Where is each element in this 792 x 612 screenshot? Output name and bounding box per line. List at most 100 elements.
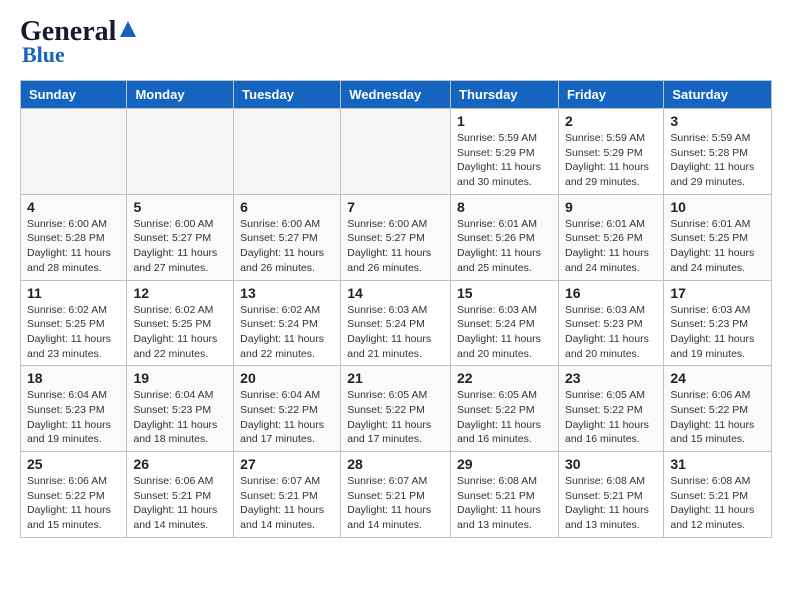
day-number: 20 [240, 370, 334, 386]
calendar-week-4: 18 Sunrise: 6:04 AM Sunset: 5:23 PM Dayli… [21, 366, 772, 452]
day-info: Sunrise: 5:59 AM Sunset: 5:29 PM Dayligh… [565, 131, 657, 190]
calendar-cell [127, 109, 234, 195]
day-info: Sunrise: 6:00 AM Sunset: 5:28 PM Dayligh… [27, 217, 120, 276]
day-number: 21 [347, 370, 444, 386]
calendar-week-2: 4 Sunrise: 6:00 AM Sunset: 5:28 PM Daylig… [21, 194, 772, 280]
day-number: 18 [27, 370, 120, 386]
weekday-header-saturday: Saturday [664, 81, 772, 109]
day-number: 27 [240, 456, 334, 472]
calendar-week-5: 25 Sunrise: 6:06 AM Sunset: 5:22 PM Dayli… [21, 452, 772, 538]
calendar-cell: 28 Sunrise: 6:07 AM Sunset: 5:21 PM Dayli… [341, 452, 451, 538]
calendar-cell: 21Sunrise: 6:05 AM Sunset: 5:22 PM Dayli… [341, 366, 451, 452]
calendar-cell: 5Sunrise: 6:00 AM Sunset: 5:27 PM Daylig… [127, 194, 234, 280]
day-number: 14 [347, 285, 444, 301]
day-number: 17 [670, 285, 765, 301]
page: General Blue SundayMondayTuesdayWednesda… [0, 0, 792, 554]
calendar-cell: 7Sunrise: 6:00 AM Sunset: 5:27 PM Daylig… [341, 194, 451, 280]
calendar-week-3: 11Sunrise: 6:02 AM Sunset: 5:25 PM Dayli… [21, 280, 772, 366]
day-number: 4 [27, 199, 120, 215]
day-number: 9 [565, 199, 657, 215]
calendar-cell: 18 Sunrise: 6:04 AM Sunset: 5:23 PM Dayli… [21, 366, 127, 452]
calendar-cell: 1 Sunrise: 5:59 AM Sunset: 5:29 PM Daylig… [451, 109, 559, 195]
day-info: Sunrise: 6:00 AM Sunset: 5:27 PM Dayligh… [240, 217, 334, 276]
day-number: 13 [240, 285, 334, 301]
day-info: Sunrise: 6:01 AM Sunset: 5:26 PM Dayligh… [457, 217, 552, 276]
calendar-cell: 26Sunrise: 6:06 AM Sunset: 5:21 PM Dayli… [127, 452, 234, 538]
day-number: 6 [240, 199, 334, 215]
day-info: Sunrise: 6:08 AM Sunset: 5:21 PM Dayligh… [457, 474, 552, 533]
day-number: 28 [347, 456, 444, 472]
calendar-cell: 17Sunrise: 6:03 AM Sunset: 5:23 PM Dayli… [664, 280, 772, 366]
calendar-cell: 14 Sunrise: 6:03 AM Sunset: 5:24 PM Dayli… [341, 280, 451, 366]
weekday-header-sunday: Sunday [21, 81, 127, 109]
calendar-cell: 29Sunrise: 6:08 AM Sunset: 5:21 PM Dayli… [451, 452, 559, 538]
calendar-cell: 11Sunrise: 6:02 AM Sunset: 5:25 PM Dayli… [21, 280, 127, 366]
calendar-cell [234, 109, 341, 195]
day-info: Sunrise: 6:07 AM Sunset: 5:21 PM Dayligh… [347, 474, 444, 533]
day-number: 3 [670, 113, 765, 129]
calendar-cell: 8 Sunrise: 6:01 AM Sunset: 5:26 PM Daylig… [451, 194, 559, 280]
calendar-cell: 2 Sunrise: 5:59 AM Sunset: 5:29 PM Daylig… [558, 109, 663, 195]
calendar-cell: 13 Sunrise: 6:02 AM Sunset: 5:24 PM Dayli… [234, 280, 341, 366]
day-number: 8 [457, 199, 552, 215]
day-info: Sunrise: 6:06 AM Sunset: 5:22 PM Dayligh… [670, 388, 765, 447]
calendar-cell: 9 Sunrise: 6:01 AM Sunset: 5:26 PM Daylig… [558, 194, 663, 280]
calendar-cell: 23 Sunrise: 6:05 AM Sunset: 5:22 PM Dayli… [558, 366, 663, 452]
calendar-cell: 3 Sunrise: 5:59 AM Sunset: 5:28 PM Daylig… [664, 109, 772, 195]
day-info: Sunrise: 6:03 AM Sunset: 5:23 PM Dayligh… [565, 303, 657, 362]
calendar-cell: 12 Sunrise: 6:02 AM Sunset: 5:25 PM Dayli… [127, 280, 234, 366]
day-number: 30 [565, 456, 657, 472]
day-number: 16 [565, 285, 657, 301]
weekday-header-friday: Friday [558, 81, 663, 109]
calendar-table: SundayMondayTuesdayWednesdayThursdayFrid… [20, 80, 772, 538]
calendar-cell: 20 Sunrise: 6:04 AM Sunset: 5:22 PM Dayli… [234, 366, 341, 452]
day-info: Sunrise: 6:01 AM Sunset: 5:25 PM Dayligh… [670, 217, 765, 276]
logo: General Blue [20, 16, 138, 68]
calendar-week-1: 1 Sunrise: 5:59 AM Sunset: 5:29 PM Daylig… [21, 109, 772, 195]
day-info: Sunrise: 6:02 AM Sunset: 5:25 PM Dayligh… [27, 303, 120, 362]
day-info: Sunrise: 6:01 AM Sunset: 5:26 PM Dayligh… [565, 217, 657, 276]
header: General Blue [20, 16, 772, 68]
day-number: 24 [670, 370, 765, 386]
day-info: Sunrise: 6:02 AM Sunset: 5:24 PM Dayligh… [240, 303, 334, 362]
day-info: Sunrise: 6:08 AM Sunset: 5:21 PM Dayligh… [565, 474, 657, 533]
day-info: Sunrise: 5:59 AM Sunset: 5:28 PM Dayligh… [670, 131, 765, 190]
day-number: 22 [457, 370, 552, 386]
weekday-header-thursday: Thursday [451, 81, 559, 109]
day-info: Sunrise: 6:04 AM Sunset: 5:23 PM Dayligh… [133, 388, 227, 447]
day-info: Sunrise: 6:06 AM Sunset: 5:22 PM Dayligh… [27, 474, 120, 533]
logo-blue-text: Blue [22, 42, 65, 68]
day-number: 2 [565, 113, 657, 129]
day-number: 1 [457, 113, 552, 129]
day-info: Sunrise: 6:08 AM Sunset: 5:21 PM Dayligh… [670, 474, 765, 533]
calendar-cell [21, 109, 127, 195]
day-info: Sunrise: 6:05 AM Sunset: 5:22 PM Dayligh… [565, 388, 657, 447]
day-info: Sunrise: 5:59 AM Sunset: 5:29 PM Dayligh… [457, 131, 552, 190]
day-info: Sunrise: 6:06 AM Sunset: 5:21 PM Dayligh… [133, 474, 227, 533]
day-info: Sunrise: 6:03 AM Sunset: 5:24 PM Dayligh… [347, 303, 444, 362]
calendar-cell: 6 Sunrise: 6:00 AM Sunset: 5:27 PM Daylig… [234, 194, 341, 280]
calendar-cell: 30 Sunrise: 6:08 AM Sunset: 5:21 PM Dayli… [558, 452, 663, 538]
calendar-cell: 22Sunrise: 6:05 AM Sunset: 5:22 PM Dayli… [451, 366, 559, 452]
day-number: 31 [670, 456, 765, 472]
weekday-header-tuesday: Tuesday [234, 81, 341, 109]
day-number: 23 [565, 370, 657, 386]
calendar-cell: 24 Sunrise: 6:06 AM Sunset: 5:22 PM Dayli… [664, 366, 772, 452]
weekday-header-monday: Monday [127, 81, 234, 109]
day-info: Sunrise: 6:04 AM Sunset: 5:22 PM Dayligh… [240, 388, 334, 447]
logo-icon [118, 19, 138, 39]
calendar-cell: 4 Sunrise: 6:00 AM Sunset: 5:28 PM Daylig… [21, 194, 127, 280]
calendar-cell: 15Sunrise: 6:03 AM Sunset: 5:24 PM Dayli… [451, 280, 559, 366]
day-info: Sunrise: 6:02 AM Sunset: 5:25 PM Dayligh… [133, 303, 227, 362]
day-info: Sunrise: 6:04 AM Sunset: 5:23 PM Dayligh… [27, 388, 120, 447]
calendar-cell: 19Sunrise: 6:04 AM Sunset: 5:23 PM Dayli… [127, 366, 234, 452]
calendar-cell: 27Sunrise: 6:07 AM Sunset: 5:21 PM Dayli… [234, 452, 341, 538]
weekday-header-wednesday: Wednesday [341, 81, 451, 109]
day-number: 10 [670, 199, 765, 215]
day-number: 12 [133, 285, 227, 301]
calendar-cell: 10 Sunrise: 6:01 AM Sunset: 5:25 PM Dayli… [664, 194, 772, 280]
day-number: 7 [347, 199, 444, 215]
calendar-cell: 31 Sunrise: 6:08 AM Sunset: 5:21 PM Dayli… [664, 452, 772, 538]
day-info: Sunrise: 6:03 AM Sunset: 5:24 PM Dayligh… [457, 303, 552, 362]
day-number: 25 [27, 456, 120, 472]
